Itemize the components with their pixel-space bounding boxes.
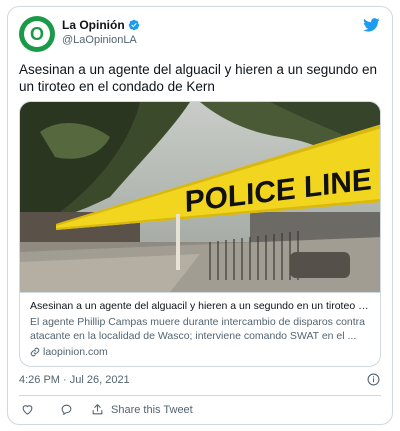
avatar[interactable]: O — [19, 16, 55, 52]
verified-badge-icon — [128, 19, 139, 31]
link-preview-body[interactable]: Asesinan a un agente del alguacil y hier… — [20, 292, 380, 366]
share-icon — [92, 404, 103, 415]
reply-button[interactable] — [60, 403, 73, 416]
heart-icon — [22, 405, 33, 415]
like-button[interactable] — [21, 403, 34, 416]
link-title[interactable]: Asesinan a un agente del alguacil y hier… — [30, 299, 372, 313]
share-label: Share this Tweet — [111, 403, 193, 416]
link-preview-image: POLICE LINE DO — [20, 102, 380, 292]
display-name[interactable]: La Opinión — [62, 18, 125, 32]
link-preview-card[interactable]: POLICE LINE DO Asesinan a un agente del … — [19, 101, 381, 367]
tweet-text: Asesinan a un agente del alguacil y hier… — [19, 62, 378, 94]
share-button[interactable]: Share this Tweet — [91, 403, 193, 416]
link-icon — [30, 347, 40, 357]
author-name-row[interactable]: La Opinión — [62, 18, 140, 32]
divider — [19, 395, 381, 396]
link-description: El agente Phillip Campas muere durante i… — [30, 316, 366, 342]
author-handle[interactable]: @LaOpinionLA — [62, 34, 137, 46]
info-icon[interactable] — [367, 373, 380, 386]
avatar-logo: O — [24, 21, 50, 47]
reply-bubble-icon — [61, 404, 72, 415]
link-domain: laopinion.com — [43, 346, 108, 358]
link-domain-row: laopinion.com — [30, 345, 372, 359]
tweet-actions: Share this Tweet — [19, 403, 193, 416]
tweet-timestamp[interactable]: 4:26 PM · Jul 26, 2021 — [19, 374, 130, 386]
twitter-bird-icon[interactable] — [363, 18, 380, 32]
tweet-card[interactable]: O La Opinión @LaOpinionLA Asesinan a un … — [7, 6, 393, 425]
avatar-letter: O — [29, 24, 44, 44]
